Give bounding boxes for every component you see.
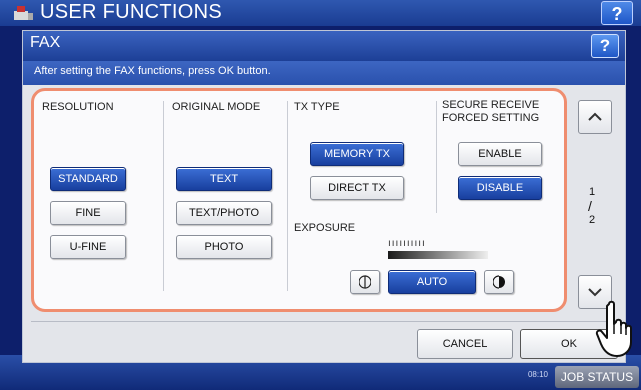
exposure-label: EXPOSURE bbox=[294, 222, 356, 234]
job-status-button[interactable]: JOB STATUS bbox=[555, 366, 639, 388]
message-bar: After setting the FAX functions, press O… bbox=[23, 61, 625, 85]
column-divider bbox=[287, 101, 288, 291]
dialog-title: FAX bbox=[30, 34, 61, 51]
user-functions-logo-icon bbox=[14, 6, 33, 20]
exposure-scale: ıııııııııı bbox=[388, 238, 426, 249]
original-mode-text-photo-button[interactable]: TEXT/PHOTO bbox=[176, 201, 272, 225]
page-total: 2 bbox=[589, 214, 596, 226]
tx-type-direct-button[interactable]: DIRECT TX bbox=[310, 176, 404, 200]
secure-receive-disable-button[interactable]: DISABLE bbox=[458, 176, 542, 200]
dialog-header: FAX ? bbox=[23, 31, 625, 61]
panel-area: RESOLUTION STANDARD FINE U-FINE ORIGINAL… bbox=[23, 85, 625, 362]
secure-receive-label-line2: FORCED SETTING bbox=[442, 112, 540, 124]
secure-receive-label-line1: SECURE RECEIVE bbox=[442, 99, 540, 111]
fax-dialog: FAX ? After setting the FAX functions, p… bbox=[22, 30, 626, 363]
chevron-up-icon bbox=[588, 112, 602, 121]
resolution-standard-button[interactable]: STANDARD bbox=[50, 167, 126, 191]
cancel-button[interactable]: CANCEL bbox=[417, 329, 513, 359]
tx-type-memory-button[interactable]: MEMORY TX bbox=[310, 142, 404, 166]
original-mode-text-button[interactable]: TEXT bbox=[176, 167, 272, 191]
instruction-message: After setting the FAX functions, press O… bbox=[34, 65, 271, 77]
background-title: USER FUNCTIONS bbox=[40, 1, 222, 23]
half-moon-light-icon bbox=[359, 275, 371, 289]
half-moon-dark-icon bbox=[493, 275, 505, 289]
chevron-down-icon bbox=[588, 288, 602, 297]
exposure-gradient-bar bbox=[388, 251, 488, 259]
exposure-darker-button[interactable] bbox=[484, 270, 514, 294]
page-separator: / bbox=[588, 198, 592, 214]
page-up-button[interactable] bbox=[578, 100, 612, 134]
resolution-fine-button[interactable]: FINE bbox=[50, 201, 126, 225]
footer-divider bbox=[31, 321, 617, 322]
resolution-ufine-button[interactable]: U-FINE bbox=[50, 235, 126, 259]
clock-display: 08:10 bbox=[527, 370, 548, 379]
exposure-auto-button[interactable]: AUTO bbox=[388, 270, 476, 294]
background-help-button[interactable]: ? bbox=[601, 1, 633, 25]
column-divider bbox=[436, 101, 437, 213]
secure-receive-enable-button[interactable]: ENABLE bbox=[458, 142, 542, 166]
original-mode-label: ORIGINAL MODE bbox=[172, 101, 261, 113]
fax-settings-panel: RESOLUTION STANDARD FINE U-FINE ORIGINAL… bbox=[31, 88, 567, 312]
resolution-label: RESOLUTION bbox=[42, 101, 114, 113]
original-mode-photo-button[interactable]: PHOTO bbox=[176, 235, 272, 259]
background-header: USER FUNCTIONS ? bbox=[0, 0, 641, 26]
dialog-help-button[interactable]: ? bbox=[591, 34, 619, 58]
page-current: 1 bbox=[589, 186, 596, 198]
pointing-hand-icon bbox=[595, 300, 632, 357]
exposure-lighter-button[interactable] bbox=[350, 270, 380, 294]
tx-type-label: TX TYPE bbox=[294, 101, 340, 113]
secure-receive-label: SECURE RECEIVE FORCED SETTING bbox=[442, 99, 539, 125]
column-divider bbox=[163, 101, 164, 291]
